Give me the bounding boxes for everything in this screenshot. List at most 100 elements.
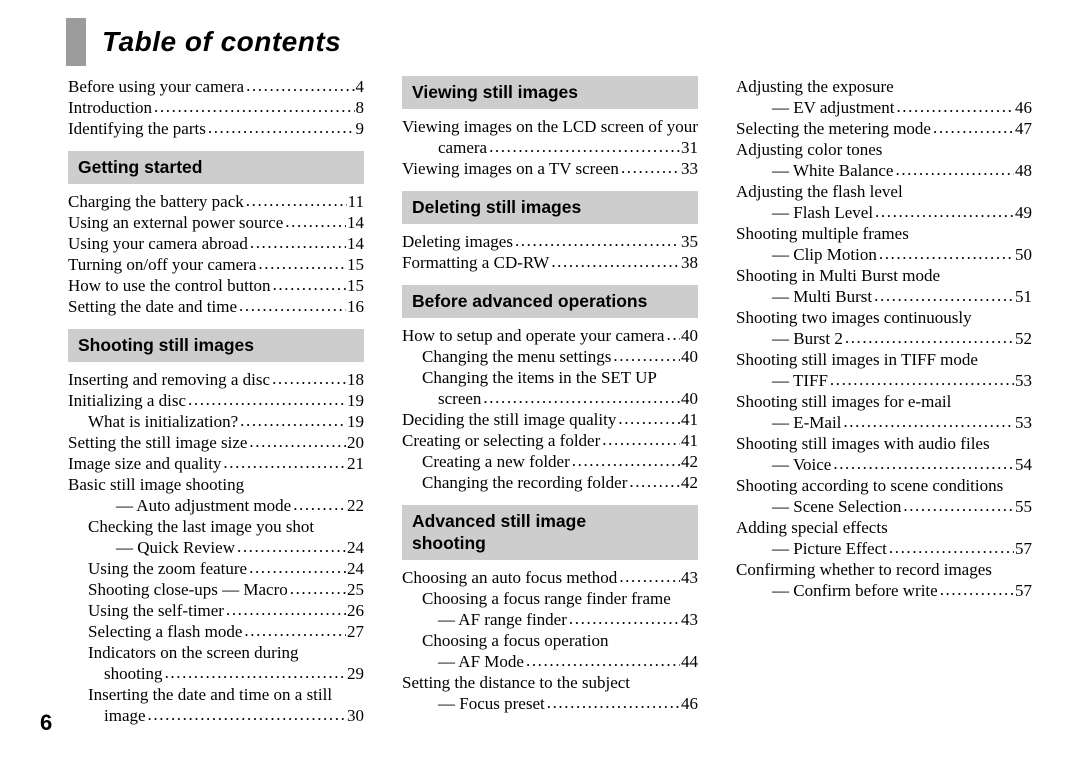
toc-entry-label: — TIFF xyxy=(772,371,828,390)
toc-entry[interactable]: image 30 xyxy=(68,705,364,726)
toc-entry-page-number: 54 xyxy=(1015,455,1032,474)
toc-entry[interactable]: — Burst 2 52 xyxy=(736,328,1032,349)
toc-entry[interactable]: Basic still image shooting xyxy=(68,474,364,495)
toc-entry[interactable]: Shooting still images for e-mail xyxy=(736,391,1032,412)
toc-entry[interactable]: Changing the recording folder 42 xyxy=(402,472,698,493)
toc-entry[interactable]: What is initialization? 19 xyxy=(68,411,364,432)
toc-entry[interactable]: Adjusting color tones xyxy=(736,139,1032,160)
toc-entry[interactable]: Changing the menu settings 40 xyxy=(402,346,698,367)
toc-entry[interactable]: Identifying the parts 9 xyxy=(68,118,364,139)
toc-entry[interactable]: Charging the battery pack 11 xyxy=(68,191,364,212)
toc-entry-page-number: 40 xyxy=(681,389,698,408)
toc-entry[interactable]: Turning on/off your camera 15 xyxy=(68,254,364,275)
toc-entry[interactable]: Changing the items in the SET UP xyxy=(402,367,698,388)
toc-entry-page-number: 52 xyxy=(1015,329,1032,348)
toc-entry-label: Deciding the still image quality xyxy=(402,410,617,429)
toc-entry-page-number: 22 xyxy=(347,496,364,515)
toc-entry[interactable]: Formatting a CD-RW 38 xyxy=(402,252,698,273)
toc-entry[interactable]: — Clip Motion 50 xyxy=(736,244,1032,265)
toc-entry[interactable]: Viewing images on the LCD screen of your xyxy=(402,116,698,137)
toc-entry-page-number: 53 xyxy=(1015,371,1032,390)
toc-entry-page-number: 18 xyxy=(347,370,364,389)
toc-entry[interactable]: Using the self-timer 26 xyxy=(68,600,364,621)
toc-dot-leader xyxy=(666,325,680,345)
toc-entry[interactable]: Choosing an auto focus method 43 xyxy=(402,567,698,588)
toc-entry-label: shooting xyxy=(104,664,163,683)
toc-entry-label: Shooting still images in TIFF mode xyxy=(736,350,978,369)
toc-entry[interactable]: Choosing a focus operation xyxy=(402,630,698,651)
toc-entry[interactable]: Inserting and removing a disc 18 xyxy=(68,369,364,390)
toc-entry-page-number: 41 xyxy=(681,431,698,450)
toc-entry[interactable]: Shooting according to scene conditions xyxy=(736,475,1032,496)
toc-section-header: Viewing still images xyxy=(402,76,698,109)
toc-entry-page-number: 43 xyxy=(681,568,698,587)
toc-entry[interactable]: — Focus preset 46 xyxy=(402,693,698,714)
toc-entry[interactable]: Shooting multiple frames xyxy=(736,223,1032,244)
toc-entry-label: screen xyxy=(438,389,482,408)
toc-entry[interactable]: Adjusting the exposure xyxy=(736,76,1032,97)
toc-entry[interactable]: Indicators on the screen during xyxy=(68,642,364,663)
toc-entry[interactable]: Shooting close-ups — Macro 25 xyxy=(68,579,364,600)
toc-entry[interactable]: Selecting the metering mode 47 xyxy=(736,118,1032,139)
toc-entry[interactable]: Introduction 8 xyxy=(68,97,364,118)
toc-entry[interactable]: — EV adjustment 46 xyxy=(736,97,1032,118)
toc-entry[interactable]: Adding special effects xyxy=(736,517,1032,538)
toc-entry[interactable]: Shooting in Multi Burst mode xyxy=(736,265,1032,286)
toc-entry[interactable]: Using an external power source 14 xyxy=(68,212,364,233)
toc-entry-label: What is initialization? xyxy=(88,412,239,431)
toc-entry[interactable]: — White Balance 48 xyxy=(736,160,1032,181)
toc-entry[interactable]: Checking the last image you shot xyxy=(68,516,364,537)
toc-entry[interactable]: — Scene Selection 55 xyxy=(736,496,1032,517)
toc-entry[interactable]: — Confirm before write 57 xyxy=(736,580,1032,601)
toc-entry[interactable]: How to setup and operate your camera 40 xyxy=(402,325,698,346)
toc-entry[interactable]: — Auto adjustment mode 22 xyxy=(68,495,364,516)
toc-entry-label: How to setup and operate your camera xyxy=(402,326,665,345)
toc-dot-leader xyxy=(237,537,346,557)
toc-entry[interactable]: Creating or selecting a folder 41 xyxy=(402,430,698,451)
toc-entry[interactable]: Setting the date and time 16 xyxy=(68,296,364,317)
toc-entry[interactable]: Setting the distance to the subject xyxy=(402,672,698,693)
toc-dot-leader xyxy=(843,412,1014,432)
toc-entry-label: Setting the still image size xyxy=(68,433,248,452)
toc-entry[interactable]: Confirming whether to record images xyxy=(736,559,1032,580)
toc-entry[interactable]: Deciding the still image quality 41 xyxy=(402,409,698,430)
toc-entry[interactable]: Viewing images on a TV screen 33 xyxy=(402,158,698,179)
toc-entry-label: image xyxy=(104,706,146,725)
toc-entry[interactable]: Using your camera abroad 14 xyxy=(68,233,364,254)
toc-entry-page-number: 19 xyxy=(347,412,364,431)
toc-entry[interactable]: — TIFF 53 xyxy=(736,370,1032,391)
toc-entry[interactable]: Shooting two images continuously xyxy=(736,307,1032,328)
toc-entry[interactable]: How to use the control button 15 xyxy=(68,275,364,296)
toc-entry-page-number: 29 xyxy=(347,664,364,683)
toc-entry[interactable]: Shooting still images in TIFF mode xyxy=(736,349,1032,370)
toc-entry[interactable]: — AF range finder 43 xyxy=(402,609,698,630)
toc-entry[interactable]: Inserting the date and time on a still xyxy=(68,684,364,705)
toc-entry-label: Image size and quality xyxy=(68,454,222,473)
toc-entry[interactable]: camera 31 xyxy=(402,137,698,158)
toc-entry[interactable]: — Voice 54 xyxy=(736,454,1032,475)
toc-entry[interactable]: Adjusting the flash level xyxy=(736,181,1032,202)
toc-dot-leader xyxy=(940,580,1014,600)
toc-entry[interactable]: shooting 29 xyxy=(68,663,364,684)
toc-entry-page-number: 57 xyxy=(1015,581,1032,600)
toc-entry[interactable]: — AF Mode 44 xyxy=(402,651,698,672)
toc-entry[interactable]: — E-Mail 53 xyxy=(736,412,1032,433)
toc-entry[interactable]: Shooting still images with audio files xyxy=(736,433,1032,454)
toc-dot-leader xyxy=(896,97,1014,117)
toc-entry[interactable]: Before using your camera 4 xyxy=(68,76,364,97)
toc-entry[interactable]: — Flash Level 49 xyxy=(736,202,1032,223)
toc-entry[interactable]: Initializing a disc 19 xyxy=(68,390,364,411)
toc-entry[interactable]: — Picture Effect 57 xyxy=(736,538,1032,559)
toc-entry[interactable]: screen 40 xyxy=(402,388,698,409)
toc-entry[interactable]: Using the zoom feature 24 xyxy=(68,558,364,579)
toc-entry[interactable]: Creating a new folder 42 xyxy=(402,451,698,472)
toc-entry[interactable]: Selecting a flash mode 27 xyxy=(68,621,364,642)
toc-entry[interactable]: — Quick Review 24 xyxy=(68,537,364,558)
toc-dot-leader xyxy=(526,651,680,671)
toc-entry[interactable]: Deleting images 35 xyxy=(402,231,698,252)
toc-entry[interactable]: Setting the still image size 20 xyxy=(68,432,364,453)
toc-entry[interactable]: Choosing a focus range finder frame xyxy=(402,588,698,609)
toc-entry[interactable]: Image size and quality 21 xyxy=(68,453,364,474)
toc-entry-page-number: 35 xyxy=(681,232,698,251)
toc-entry[interactable]: — Multi Burst 51 xyxy=(736,286,1032,307)
